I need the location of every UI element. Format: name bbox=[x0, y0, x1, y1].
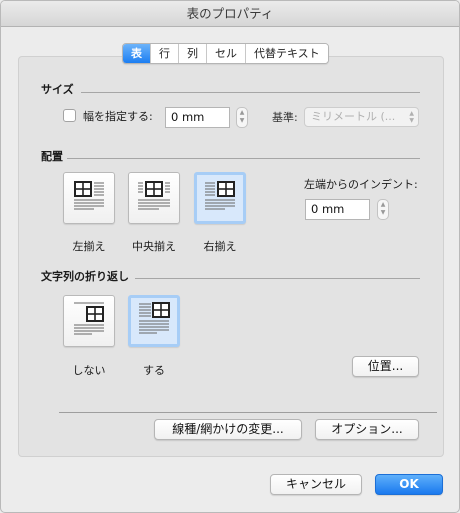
tab-row[interactable]: 行 bbox=[150, 44, 178, 63]
size-section-rule bbox=[81, 92, 420, 93]
wrapping-section-rule bbox=[135, 278, 420, 279]
tab-bar: 表 行 列 セル 代替テキスト bbox=[122, 43, 329, 64]
align-left-tile[interactable] bbox=[63, 172, 115, 224]
footer-divider bbox=[59, 412, 437, 413]
indent-input[interactable]: 0 mm bbox=[305, 199, 370, 220]
indent-label: 左端からのインデント: bbox=[304, 178, 418, 191]
align-center-icon bbox=[138, 181, 170, 210]
align-right-tile[interactable] bbox=[194, 172, 246, 224]
align-right-label: 右揃え bbox=[203, 240, 237, 253]
alignment-section-rule bbox=[67, 158, 420, 159]
basis-popup-value: ミリメートル (... bbox=[311, 110, 396, 123]
wrap-around-tile[interactable] bbox=[128, 295, 180, 347]
wrap-none-label: しない bbox=[72, 364, 106, 377]
specify-width-label: 幅を指定する: bbox=[83, 110, 153, 123]
alignment-section-label: 配置 bbox=[41, 150, 63, 163]
wrap-around-label: する bbox=[143, 364, 165, 377]
specify-width-checkbox[interactable] bbox=[63, 109, 76, 122]
tab-cell[interactable]: セル bbox=[206, 44, 245, 63]
wrapping-section-label: 文字列の折り返し bbox=[41, 270, 129, 283]
borders-shading-button[interactable]: 線種/網かけの変更... bbox=[154, 419, 302, 440]
wrap-around-icon bbox=[139, 302, 170, 334]
width-stepper[interactable]: ▲ ▼ bbox=[236, 107, 248, 128]
wrap-none-tile[interactable] bbox=[63, 295, 115, 347]
tab-column[interactable]: 列 bbox=[178, 44, 206, 63]
basis-popup[interactable]: ミリメートル (... ▲ ▼ bbox=[304, 107, 419, 127]
basis-label: 基準: bbox=[272, 111, 298, 124]
position-button[interactable]: 位置... bbox=[352, 356, 419, 377]
tab-alt-text[interactable]: 代替テキスト bbox=[245, 44, 328, 63]
table-properties-dialog: 表のプロパティ 表 行 列 セル 代替テキスト サイズ 幅を指定する: 0 mm… bbox=[0, 0, 460, 513]
ok-button[interactable]: OK bbox=[375, 474, 443, 495]
indent-stepper[interactable]: ▲ ▼ bbox=[377, 199, 389, 220]
align-center-tile[interactable] bbox=[128, 172, 180, 224]
width-input[interactable]: 0 mm bbox=[165, 107, 230, 128]
tab-table[interactable]: 表 bbox=[123, 44, 150, 63]
size-section-label: サイズ bbox=[41, 83, 74, 96]
align-center-label: 中央揃え bbox=[132, 240, 176, 253]
align-right-icon bbox=[205, 181, 235, 210]
align-left-icon bbox=[74, 181, 104, 210]
cancel-button[interactable]: キャンセル bbox=[270, 474, 362, 495]
window-title: 表のプロパティ bbox=[1, 1, 459, 27]
wrap-none-icon bbox=[74, 302, 104, 335]
align-left-label: 左揃え bbox=[72, 240, 106, 253]
options-button[interactable]: オプション... bbox=[315, 419, 419, 440]
popup-arrows-icon: ▲ ▼ bbox=[409, 110, 414, 124]
